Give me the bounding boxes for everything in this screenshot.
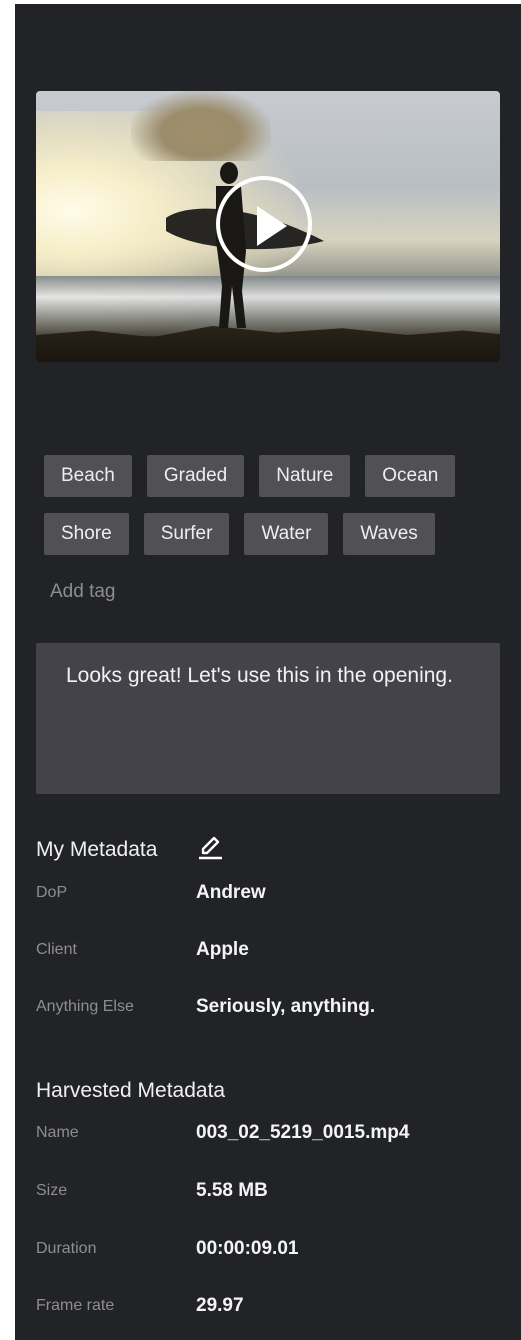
metadata-value: 5.58 MB (196, 1180, 268, 1201)
metadata-key: Duration (36, 1240, 97, 1257)
tag-nature[interactable]: Nature (259, 455, 351, 497)
metadata-value: Seriously, anything. (196, 996, 376, 1017)
metadata-key: DoP (36, 884, 68, 901)
tag-row: Shore Surfer Water Waves (44, 513, 484, 555)
metadata-value: 00:00:09.01 (196, 1238, 299, 1259)
metadata-value: 003_02_5219_0015.mp4 (196, 1122, 410, 1143)
tag-graded[interactable]: Graded (146, 455, 245, 497)
add-tag-input[interactable]: Add tag (50, 581, 116, 603)
asset-detail-panel: Beach Graded Nature Ocean Shore Surfer W… (15, 4, 521, 1340)
metadata-value: Apple (196, 939, 249, 960)
comment-box[interactable]: Looks great! Let's use this in the openi… (36, 643, 500, 794)
tag-surfer[interactable]: Surfer (143, 513, 230, 555)
harvested-metadata-title: Harvested Metadata (36, 1079, 226, 1102)
tag-water[interactable]: Water (244, 513, 329, 555)
metadata-value: Andrew (196, 882, 266, 903)
tag-beach[interactable]: Beach (44, 455, 132, 497)
pencil-icon[interactable] (196, 832, 226, 862)
metadata-value: 29.97 (196, 1295, 244, 1316)
my-metadata-title: My Metadata (36, 838, 158, 861)
tag-waves[interactable]: Waves (343, 513, 435, 555)
tag-list: Beach Graded Nature Ocean Shore Surfer W… (44, 455, 484, 571)
metadata-key: Anything Else (36, 998, 134, 1015)
metadata-key: Size (36, 1182, 68, 1199)
metadata-key: Name (36, 1124, 79, 1141)
metadata-key: Client (36, 941, 77, 958)
video-preview[interactable] (36, 91, 500, 362)
play-icon (257, 206, 287, 246)
tag-row: Beach Graded Nature Ocean (44, 455, 484, 497)
tag-shore[interactable]: Shore (44, 513, 129, 555)
tag-ocean[interactable]: Ocean (365, 455, 456, 497)
play-button[interactable] (216, 176, 312, 272)
metadata-key: Frame rate (36, 1297, 115, 1314)
